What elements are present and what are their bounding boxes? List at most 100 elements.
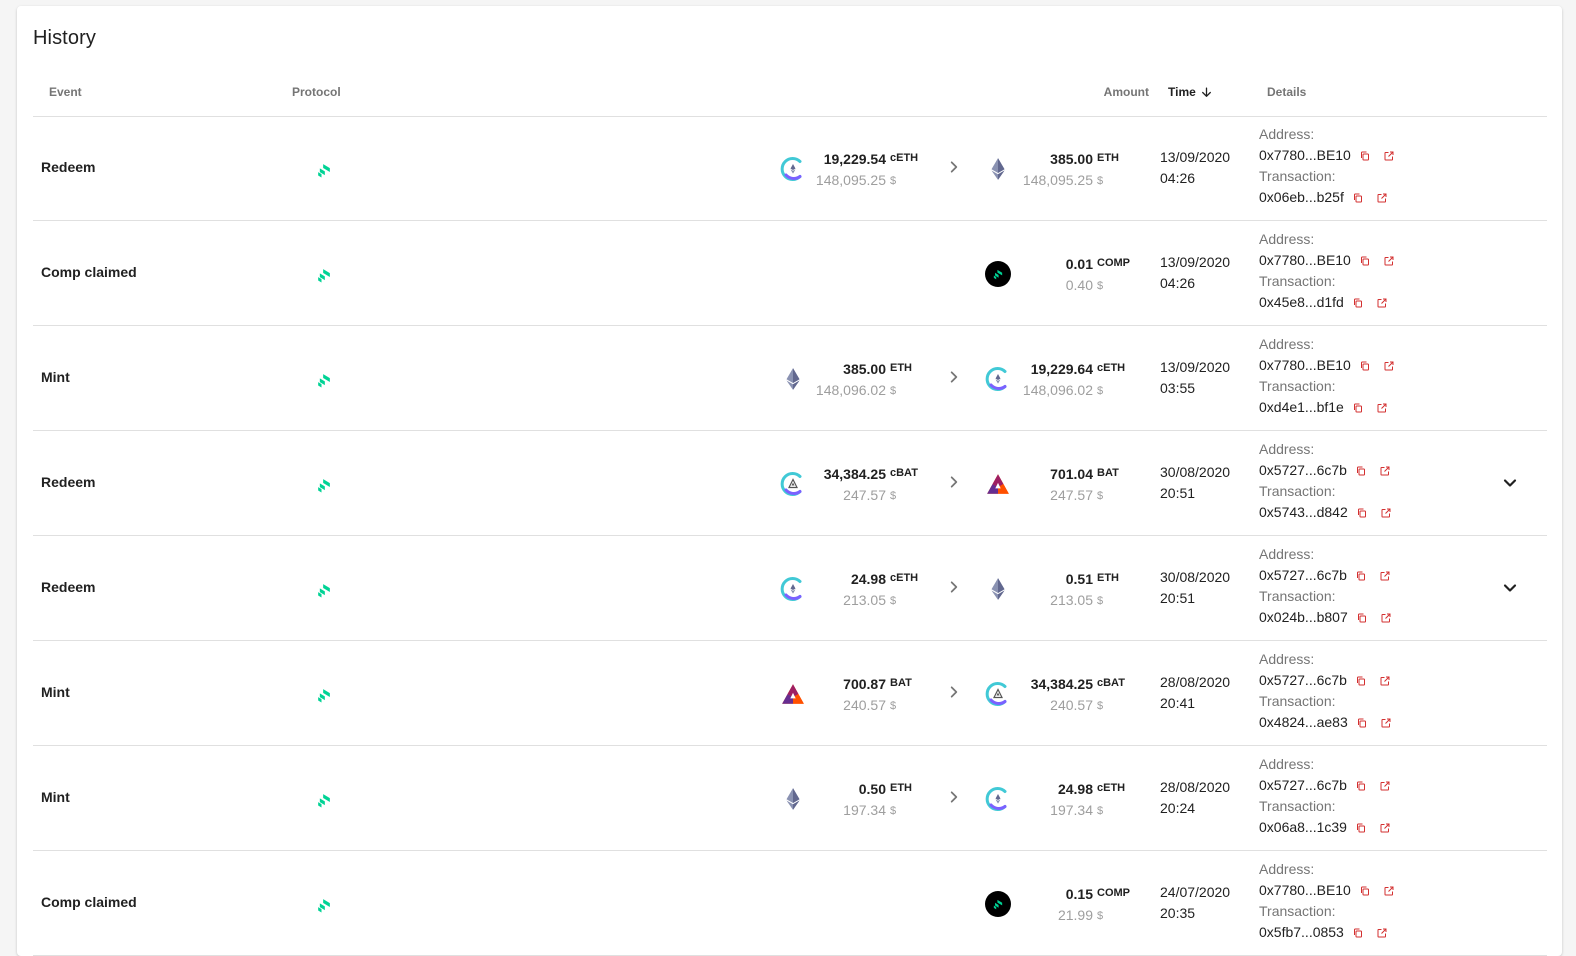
history-table-body: Redeem 19,229.54 148,095.25 cETH $ 385.0… xyxy=(33,116,1547,956)
transaction-value-row: 0x06eb...b25f xyxy=(1259,187,1399,208)
event-time: 20:24 xyxy=(1160,800,1196,816)
copy-icon[interactable] xyxy=(1352,503,1372,523)
external-link-icon[interactable] xyxy=(1379,146,1399,166)
external-link-icon[interactable] xyxy=(1375,776,1395,796)
usd-symbol: $ xyxy=(1097,700,1104,712)
transaction-value-row: 0x45e8...d1fd xyxy=(1259,292,1399,313)
ceth-icon xyxy=(985,786,1011,812)
cbat-icon xyxy=(780,471,806,497)
copy-icon[interactable] xyxy=(1355,881,1375,901)
usd-symbol: $ xyxy=(890,805,897,817)
copy-icon[interactable] xyxy=(1348,293,1368,313)
column-header-amount[interactable]: Amount xyxy=(1104,85,1149,99)
table-row: Redeem 34,384.25 247.57 cBAT $ 701.04 24… xyxy=(33,431,1547,536)
external-link-icon[interactable] xyxy=(1372,293,1392,313)
external-link-icon[interactable] xyxy=(1379,251,1399,271)
copy-icon[interactable] xyxy=(1351,461,1371,481)
column-header-time-label: Time xyxy=(1168,85,1196,99)
eth-icon xyxy=(780,366,806,392)
copy-icon[interactable] xyxy=(1355,251,1375,271)
column-header-time[interactable]: Time xyxy=(1168,85,1213,99)
copy-icon[interactable] xyxy=(1348,398,1368,418)
amount-usd-value: 197.34 xyxy=(843,802,886,818)
external-link-icon[interactable] xyxy=(1376,503,1396,523)
transaction-value: 0x024b...b807 xyxy=(1259,609,1348,625)
address-label: Address: xyxy=(1259,756,1315,772)
copy-icon[interactable] xyxy=(1351,566,1371,586)
token-symbol: ETH xyxy=(890,782,912,794)
usd-symbol: $ xyxy=(1097,910,1104,922)
copy-icon[interactable] xyxy=(1355,146,1375,166)
event-time: 03:55 xyxy=(1160,380,1196,396)
chevron-down-icon[interactable] xyxy=(1500,473,1520,493)
amount-usd-value: 148,095.25 xyxy=(815,172,886,188)
transaction-value-row: 0x5743...d842 xyxy=(1259,502,1396,523)
transaction-value: 0x06eb...b25f xyxy=(1259,189,1344,205)
transaction-label: Transaction: xyxy=(1259,168,1336,184)
copy-icon[interactable] xyxy=(1351,818,1371,838)
column-header-protocol[interactable]: Protocol xyxy=(292,85,341,99)
external-link-icon[interactable] xyxy=(1376,713,1396,733)
amount-value: 700.87 xyxy=(843,676,886,692)
event-type: Comp claimed xyxy=(41,264,137,280)
token-symbol: COMP xyxy=(1097,257,1130,269)
usd-symbol: $ xyxy=(1097,805,1104,817)
amount-to: 24.98 197.34 cETH $ xyxy=(985,779,1139,819)
transaction-value-row: 0x024b...b807 xyxy=(1259,607,1396,628)
external-link-icon[interactable] xyxy=(1372,188,1392,208)
copy-icon[interactable] xyxy=(1351,671,1371,691)
transaction-label: Transaction: xyxy=(1259,798,1336,814)
external-link-icon[interactable] xyxy=(1375,671,1395,691)
copy-icon[interactable] xyxy=(1352,713,1372,733)
amount-value: 701.04 xyxy=(1050,466,1093,482)
amount-usd-value: 247.57 xyxy=(1050,487,1093,503)
arrow-down-icon xyxy=(1201,87,1211,97)
amount-to: 701.04 247.57 BAT $ xyxy=(985,464,1139,504)
details: Address: 0x7780...BE10 Transaction: 0x45e8.… xyxy=(1259,229,1399,313)
external-link-icon[interactable] xyxy=(1375,566,1395,586)
table-row: Comp claimed 0.01 0.40 COMP $13/09/2020 04:2… xyxy=(33,221,1547,326)
chevron-right-icon xyxy=(946,789,962,805)
copy-icon[interactable] xyxy=(1355,356,1375,376)
token-symbol: cETH xyxy=(890,152,919,164)
copy-icon[interactable] xyxy=(1348,188,1368,208)
column-header-details[interactable]: Details xyxy=(1267,85,1306,99)
amount-usd-value: 148,096.02 xyxy=(815,382,886,398)
amount-value: 24.98 xyxy=(1057,781,1093,797)
chevron-down-icon[interactable] xyxy=(1500,578,1520,598)
address-value: 0x7780...BE10 xyxy=(1259,882,1351,898)
external-link-icon[interactable] xyxy=(1372,398,1392,418)
address-value: 0x7780...BE10 xyxy=(1259,252,1351,268)
token-symbol: ETH xyxy=(1097,572,1119,584)
amount-usd-value: 247.57 xyxy=(843,487,886,503)
copy-icon[interactable] xyxy=(1348,923,1368,943)
eth-icon xyxy=(985,156,1011,182)
amount-usd-value: 240.57 xyxy=(843,697,886,713)
amount-value: 0.01 xyxy=(1065,256,1093,272)
external-link-icon[interactable] xyxy=(1379,356,1399,376)
external-link-icon[interactable] xyxy=(1375,818,1395,838)
amount-from-values: 385.00 148,096.02 xyxy=(816,359,886,401)
event-type: Comp claimed xyxy=(41,894,137,910)
copy-icon[interactable] xyxy=(1351,776,1371,796)
column-header-event[interactable]: Event xyxy=(49,85,82,99)
event-type: Redeem xyxy=(41,579,96,595)
amount-value: 385.00 xyxy=(843,361,886,377)
timestamp: 13/09/2020 03:55 xyxy=(1160,357,1230,399)
event-time: 04:26 xyxy=(1160,170,1196,186)
timestamp: 24/07/2020 20:35 xyxy=(1160,882,1230,924)
amount-value: 385.00 xyxy=(1050,151,1093,167)
external-link-icon[interactable] xyxy=(1376,608,1396,628)
external-link-icon[interactable] xyxy=(1375,461,1395,481)
transaction-value: 0x5fb7...0853 xyxy=(1259,924,1344,940)
transaction-label: Transaction: xyxy=(1259,483,1336,499)
event-type: Mint xyxy=(41,369,70,385)
amount-from: 34,384.25 247.57 cBAT $ xyxy=(780,464,932,504)
bat-icon xyxy=(780,681,806,707)
external-link-icon[interactable] xyxy=(1379,881,1399,901)
copy-icon[interactable] xyxy=(1352,608,1372,628)
transaction-label: Transaction: xyxy=(1259,273,1336,289)
address-value-row: 0x7780...BE10 xyxy=(1259,880,1399,901)
ceth-icon xyxy=(985,366,1011,392)
external-link-icon[interactable] xyxy=(1372,923,1392,943)
